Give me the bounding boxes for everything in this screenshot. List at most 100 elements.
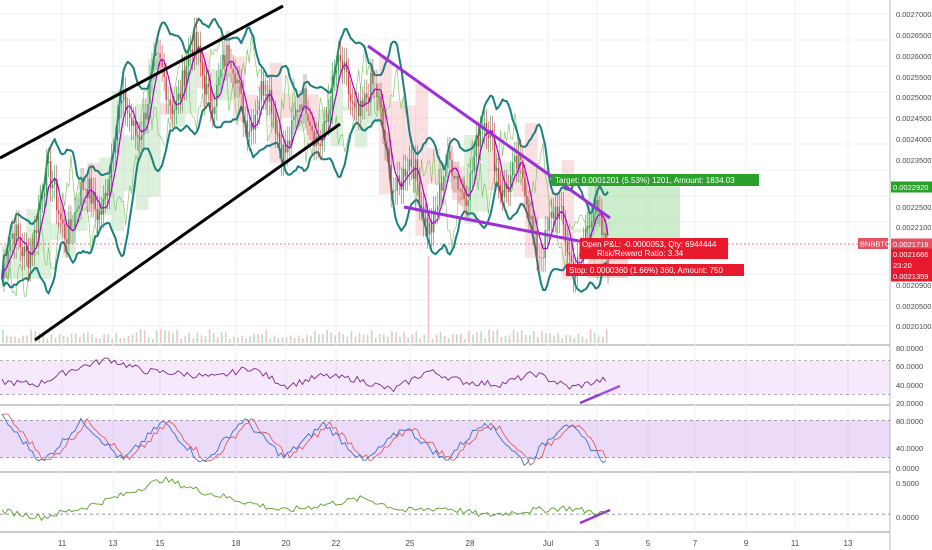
date-tick-label: 22 [332, 539, 341, 548]
price-tag-label: 0.0021359 [893, 272, 928, 281]
volume-bar [293, 337, 296, 343]
candle-body [360, 100, 362, 117]
candle-body [426, 217, 429, 235]
volume-bar [314, 330, 316, 343]
candle-body [147, 104, 149, 120]
volume-bar [22, 335, 24, 343]
candle-body [536, 230, 538, 257]
volume-bar [188, 332, 191, 343]
candle-body [566, 242, 569, 253]
candle-body [560, 205, 563, 207]
candle-body [88, 178, 90, 199]
volume-bar [95, 338, 97, 343]
candle-body [262, 80, 265, 96]
volume-bar [460, 333, 462, 343]
volume-bar [370, 330, 373, 343]
rsi-tick-label: 80.0000 [896, 344, 923, 353]
candle-body [118, 103, 121, 119]
candle-body [293, 116, 295, 121]
candle-body [473, 156, 475, 171]
date-tick-label: 7 [693, 539, 698, 548]
date-tick-label: 3 [595, 539, 600, 548]
candle-body [349, 94, 352, 102]
candle-body [39, 199, 42, 210]
candle-body [274, 114, 277, 134]
volume-bar [318, 334, 320, 343]
volume-bar [415, 331, 418, 343]
volume-bar [14, 336, 16, 343]
volume-bar [431, 338, 434, 343]
candle-body [169, 99, 171, 106]
stoch-tick-label: 0.0000 [896, 464, 919, 473]
volume-bar [520, 330, 523, 343]
candle-body [157, 52, 159, 54]
volume-bar [407, 337, 409, 343]
candle-body [503, 183, 506, 197]
volume-bar [512, 329, 515, 343]
candle-body [256, 110, 259, 115]
candle-body [82, 181, 84, 190]
target-label: Target: 0.0001201 (5.53%) 1201, Amount: … [555, 176, 735, 185]
candle-body [238, 79, 240, 83]
volume-bar [330, 332, 332, 343]
panel-separators [0, 0, 891, 550]
volume-bar [184, 335, 187, 343]
candle-body [153, 55, 155, 67]
candle-body [272, 113, 275, 115]
risk-reward-label: Risk/Reward Ratio: 3.34 [597, 249, 684, 258]
candle-body [333, 73, 336, 77]
volume-bar [228, 338, 231, 343]
candle-body [58, 210, 60, 215]
candle-body [283, 144, 285, 163]
candle-body [467, 200, 469, 206]
date-tick-label: 13 [844, 539, 853, 548]
indicator-band [0, 360, 890, 395]
candle-body [546, 230, 548, 231]
candle-body [337, 54, 340, 71]
price-tick-label: 0.0020500 [896, 302, 931, 311]
volume-bar [123, 338, 126, 343]
volume-bar [468, 331, 470, 343]
candle-body [384, 129, 386, 147]
candle-body [173, 110, 175, 114]
volume-bar [472, 334, 474, 343]
candle-body [254, 114, 257, 130]
volume-bar [253, 334, 255, 343]
volume-bar [115, 332, 118, 343]
candle-body [301, 104, 303, 110]
volume-bar [553, 335, 555, 343]
date-tick-label: 20 [282, 539, 291, 548]
volume-bar [565, 334, 568, 343]
candle-body [380, 96, 382, 108]
candle-body [47, 161, 50, 164]
volume-bar [439, 331, 442, 343]
volume-bar [54, 337, 57, 343]
candle-body [388, 148, 390, 165]
candle-body [510, 175, 512, 192]
volume-bar [524, 334, 527, 343]
date-tick-label: 5 [646, 539, 651, 548]
price-tick-label: 0.0027000 [896, 10, 931, 19]
volume-bar [249, 336, 251, 343]
chart-canvas[interactable]: Target: 0.0001201 (5.53%) 1201, Amount: … [0, 0, 932, 550]
volume-bar [83, 333, 85, 343]
candle-body [242, 93, 244, 123]
date-tick-label: 9 [744, 539, 749, 548]
candle-body [355, 105, 358, 107]
volume-bar [139, 329, 142, 343]
candle-body [133, 120, 135, 126]
date-tick-label: 28 [466, 539, 475, 548]
volume-bar [70, 333, 73, 343]
volume-bar [581, 336, 584, 343]
volume-bar [346, 336, 349, 343]
candle-body [358, 105, 360, 117]
candle-body [244, 120, 246, 123]
volume-bar [334, 335, 336, 343]
volume-bar [391, 331, 393, 343]
volume-bar [395, 332, 397, 343]
price-tick-label: 0.0026500 [896, 31, 931, 40]
candle-body [98, 210, 100, 220]
candle-body [422, 206, 425, 223]
candle-body [463, 192, 465, 200]
candle-body [210, 86, 212, 108]
